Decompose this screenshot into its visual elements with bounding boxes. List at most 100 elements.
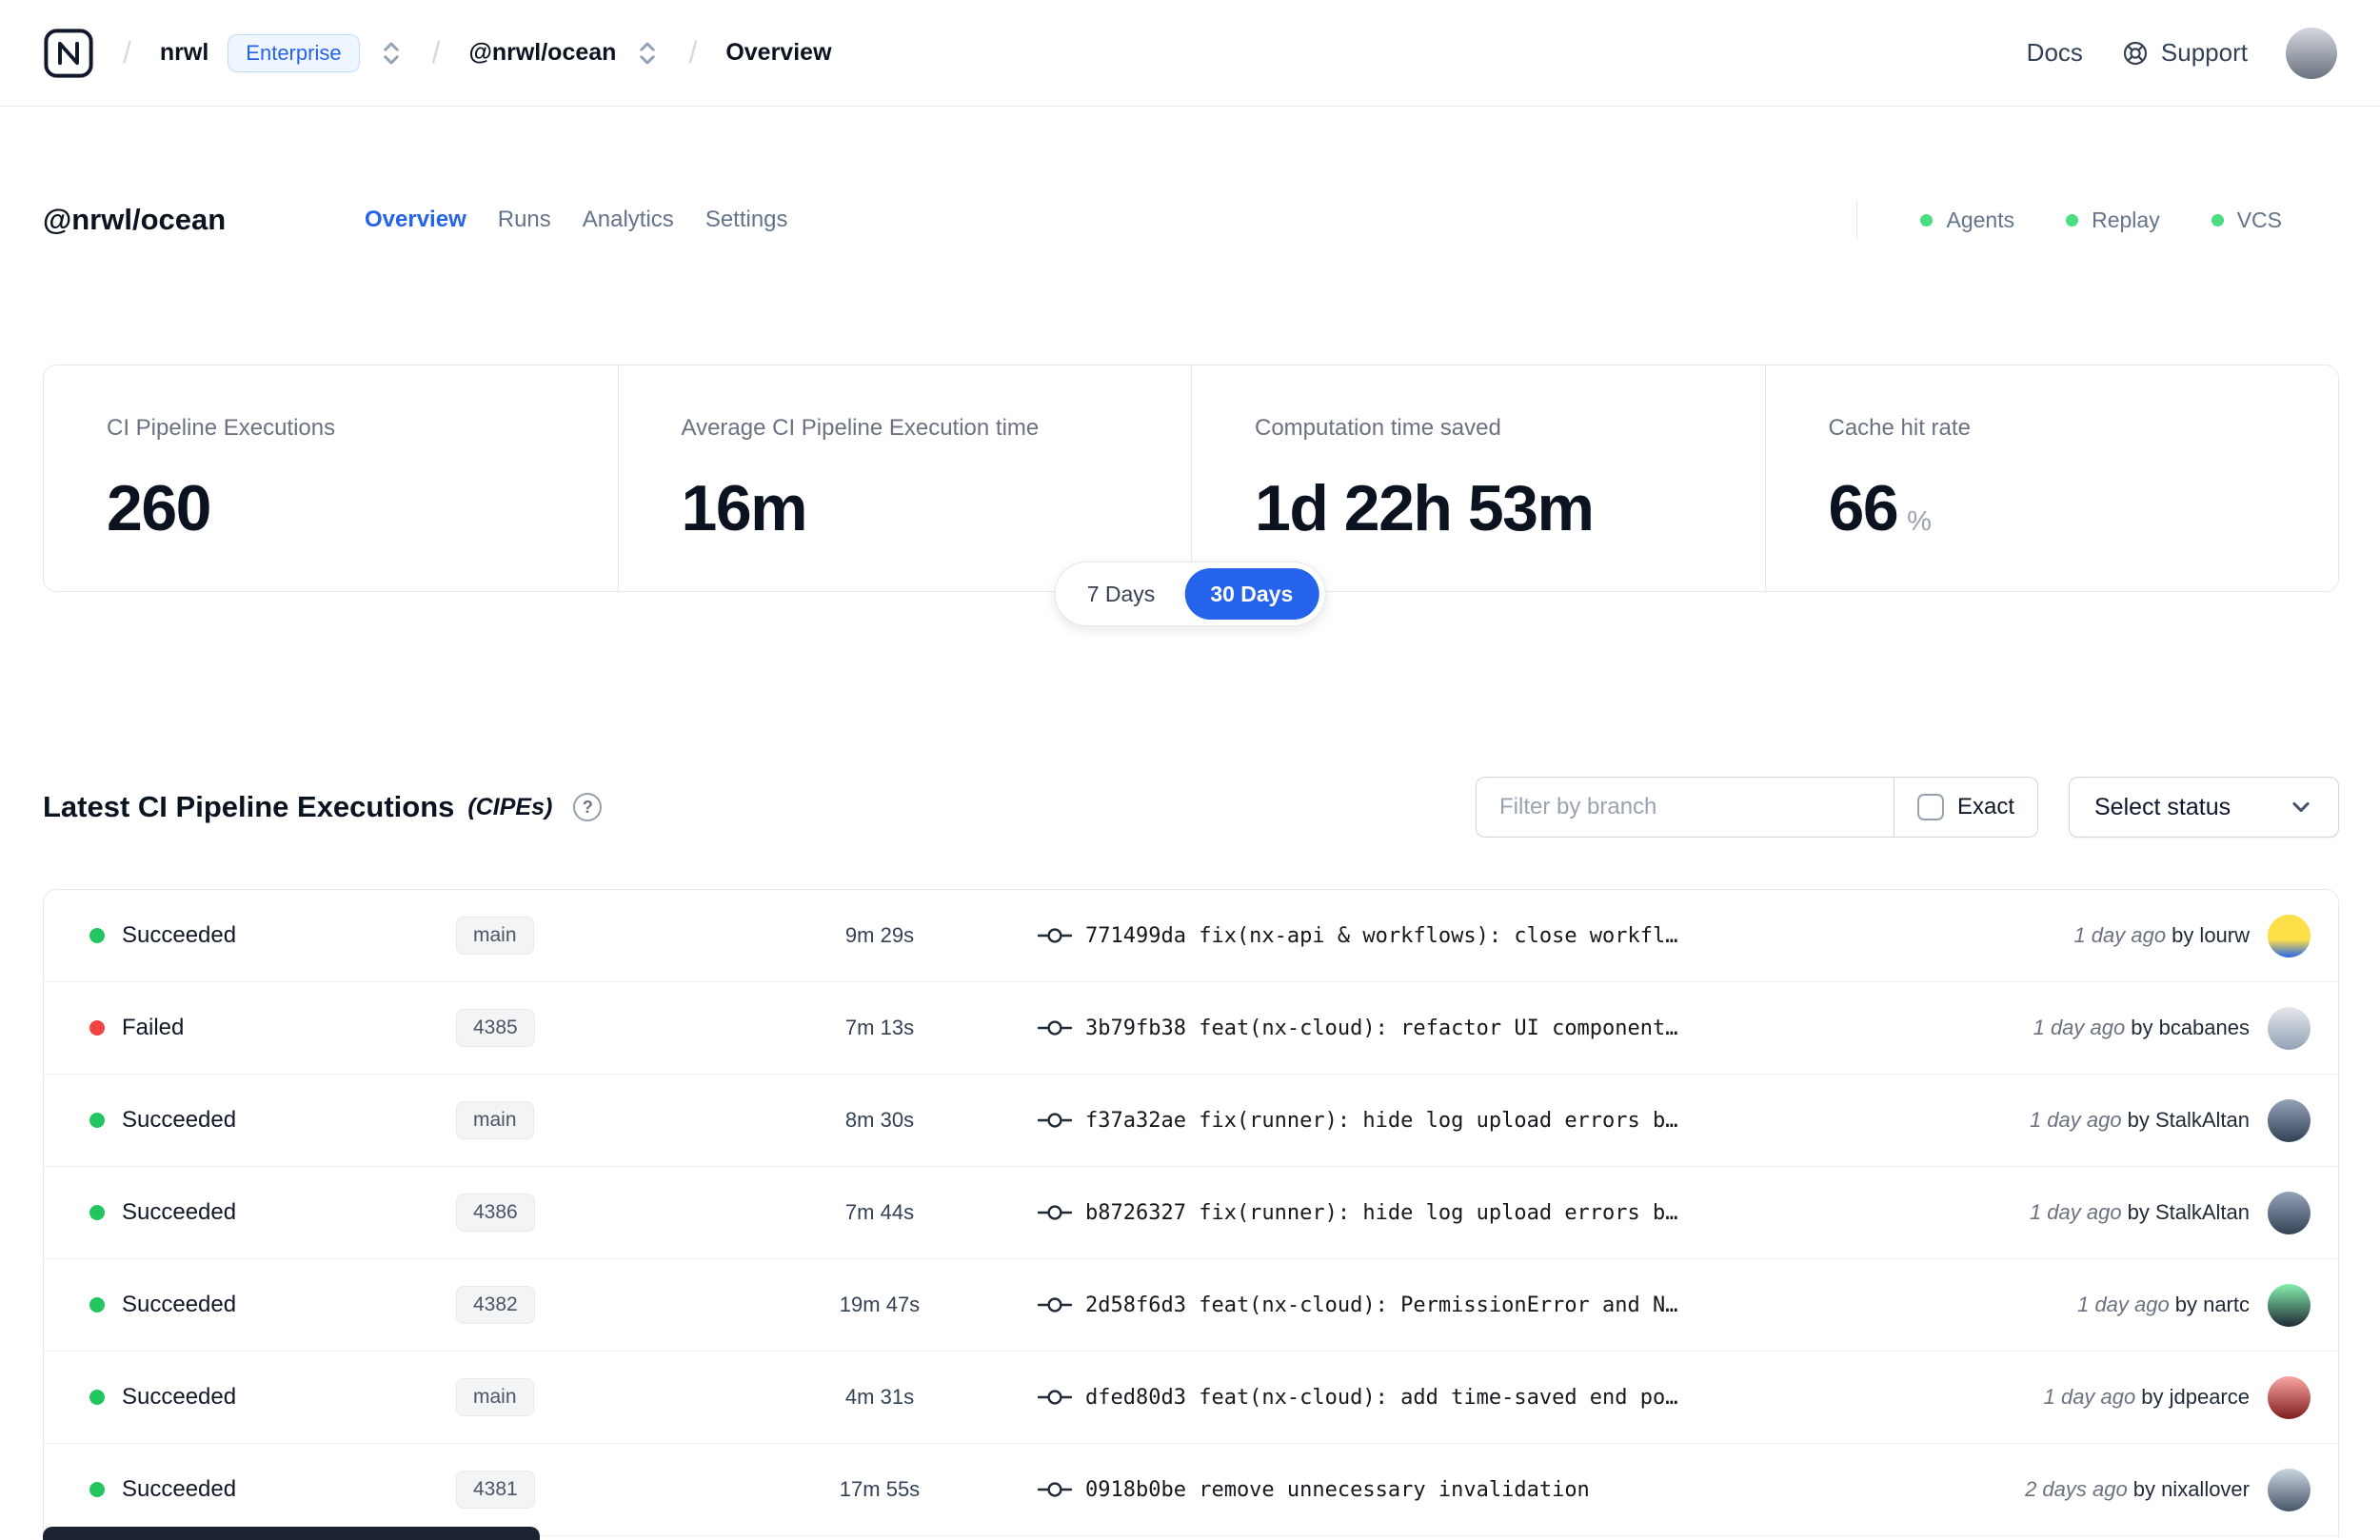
indicator-replay[interactable]: Replay [2066,207,2160,233]
org-selector[interactable]: nrwl Enterprise [160,33,404,72]
table-row[interactable]: Failed 4385 7m 13s 3b79fb38 feat(nx-clou… [44,982,2338,1075]
breadcrumb: / nrwl Enterprise / @nrwl/ocean / Overvi… [43,28,832,79]
exact-label[interactable]: Exact [1957,794,2014,820]
indicator-label: Agents [1946,207,2015,232]
branch-badge[interactable]: main [456,917,534,955]
commit-message[interactable]: b8726327 fix(runner): hide log upload er… [1085,1201,2011,1225]
tab-overview[interactable]: Overview [365,207,466,233]
author-avatar [2268,1468,2311,1511]
commit-message[interactable]: 771499da fix(nx-api & workflows): close … [1085,924,2054,948]
docs-link[interactable]: Docs [2027,38,2083,68]
cipe-time: 1 day ago [2077,1293,2170,1316]
status-dot-icon [89,928,105,943]
section-title-suffix: (CIPEs) [467,793,553,820]
table-row[interactable]: Succeeded main 8m 30s f37a32ae fix(runne… [44,1075,2338,1167]
cipe-status: Succeeded [122,922,237,948]
cipe-author: by StalkAltan [2127,1108,2250,1132]
help-icon[interactable]: ? [573,793,603,821]
stat-label: Average CI Pipeline Execution time [681,415,1040,441]
branch-filter-input[interactable] [1477,778,1894,837]
stat-cache-hit-rate: Cache hit rate 66% [1764,365,2339,591]
cipe-meta: 1 day ago by StalkAltan [2030,1108,2250,1133]
cipe-duration: 7m 44s [844,1200,915,1224]
tab-bar: Overview Runs Analytics Settings [365,207,788,233]
cipe-author: by bcabanes [2131,1016,2250,1039]
green-dot-icon [2066,213,2079,227]
table-row[interactable]: Succeeded main 9m 29s 771499da fix(nx-ap… [44,890,2338,982]
stat-value: 66 [1828,472,1899,544]
cipe-time: 1 day ago [2043,1385,2136,1409]
indicator-agents[interactable]: Agents [1920,207,2014,233]
branch-badge[interactable]: 4385 [456,1009,535,1047]
stat-value: 260 [107,472,211,544]
branch-badge[interactable]: main [456,1378,534,1416]
status-dot-icon [89,1482,105,1497]
stat-label: Computation time saved [1255,415,1501,441]
indicator-label: VCS [2236,207,2282,232]
topbar-actions: Docs Support [2027,27,2337,79]
tab-runs[interactable]: Runs [498,207,551,233]
tab-analytics[interactable]: Analytics [583,207,674,233]
branch-filter-group: Exact [1476,777,2038,838]
support-link[interactable]: Support [2121,38,2248,68]
commit-icon [1038,1478,1072,1501]
cipe-status: Succeeded [122,1476,237,1502]
author-avatar [2268,1006,2311,1050]
indicator-vcs[interactable]: VCS [2211,207,2282,233]
select-status-dropdown[interactable]: Select status [2069,777,2339,838]
workspace-name[interactable]: @nrwl/ocean [468,39,616,67]
breadcrumb-separator: / [123,35,131,69]
cipe-duration: 7m 13s [844,1016,915,1039]
author-avatar [2268,1375,2311,1419]
table-row[interactable]: Succeeded main 4m 31s dfed80d3 feat(nx-c… [44,1352,2338,1444]
breadcrumb-page: Overview [725,39,832,66]
cipe-author: by nartc [2174,1293,2250,1316]
divider [1856,200,1858,240]
commit-icon [1038,1386,1072,1409]
author-avatar [2268,914,2311,958]
branch-badge[interactable]: 4382 [456,1286,535,1324]
cipe-author: by nixallover [2132,1477,2250,1501]
select-status-label: Select status [2094,793,2231,820]
topbar: / nrwl Enterprise / @nrwl/ocean / Overvi… [0,0,2380,107]
cipe-time: 1 day ago [2029,1200,2122,1224]
range-30-days[interactable]: 30 Days [1184,568,1319,620]
status-dot-icon [89,1205,105,1220]
chevron-updown-icon[interactable] [635,39,660,68]
lifebuoy-icon [2121,39,2150,68]
tab-settings[interactable]: Settings [705,207,788,233]
cipe-status: Succeeded [122,1199,237,1225]
author-avatar [2268,1283,2311,1327]
cipe-time: 1 day ago [2073,923,2167,947]
table-row[interactable]: Succeeded 4381 17m 55s 0918b0be remove u… [44,1444,2338,1536]
commit-message[interactable]: 2d58f6d3 feat(nx-cloud): PermissionError… [1085,1293,2058,1317]
exact-checkbox[interactable] [1916,794,1944,820]
page-title: @nrwl/ocean [43,203,227,236]
cipes-section-header: Latest CI Pipeline Executions (CIPEs) ? … [43,771,2339,843]
stat-suffix: % [1907,506,1932,537]
nx-logo[interactable] [43,28,94,79]
user-avatar[interactable] [2286,27,2337,79]
cipe-time: 2 days ago [2025,1477,2128,1501]
branch-badge[interactable]: main [456,1101,534,1139]
stat-ci-pipeline-executions: CI Pipeline Executions 260 [44,365,618,591]
cipe-duration: 19m 47s [839,1293,921,1316]
commit-message[interactable]: 3b79fb38 feat(nx-cloud): refactor UI com… [1085,1017,2014,1040]
enterprise-badge[interactable]: Enterprise [228,33,360,72]
table-row[interactable]: Succeeded 4382 19m 47s 2d58f6d3 feat(nx-… [44,1259,2338,1352]
workspace-selector[interactable]: @nrwl/ocean [468,39,660,68]
commit-message[interactable]: 0918b0be remove unnecessary invalidation [1085,1478,2006,1502]
cipe-duration: 9m 29s [844,923,915,947]
org-name[interactable]: nrwl [160,39,208,67]
cipe-duration: 8m 30s [844,1108,915,1132]
indicator-label: Replay [2092,207,2160,232]
branch-badge[interactable]: 4386 [456,1194,535,1232]
chevron-updown-icon[interactable] [379,39,404,68]
branch-badge[interactable]: 4381 [456,1471,535,1509]
commit-message[interactable]: dfed80d3 feat(nx-cloud): add time-saved … [1085,1386,2025,1410]
green-dot-icon [1920,213,1934,227]
commit-message[interactable]: f37a32ae fix(runner): hide log upload er… [1085,1109,2011,1133]
range-7-days[interactable]: 7 Days [1061,568,1181,620]
table-row[interactable]: Succeeded 4386 7m 44s b8726327 fix(runne… [44,1167,2338,1259]
status-dot-icon [89,1297,105,1313]
